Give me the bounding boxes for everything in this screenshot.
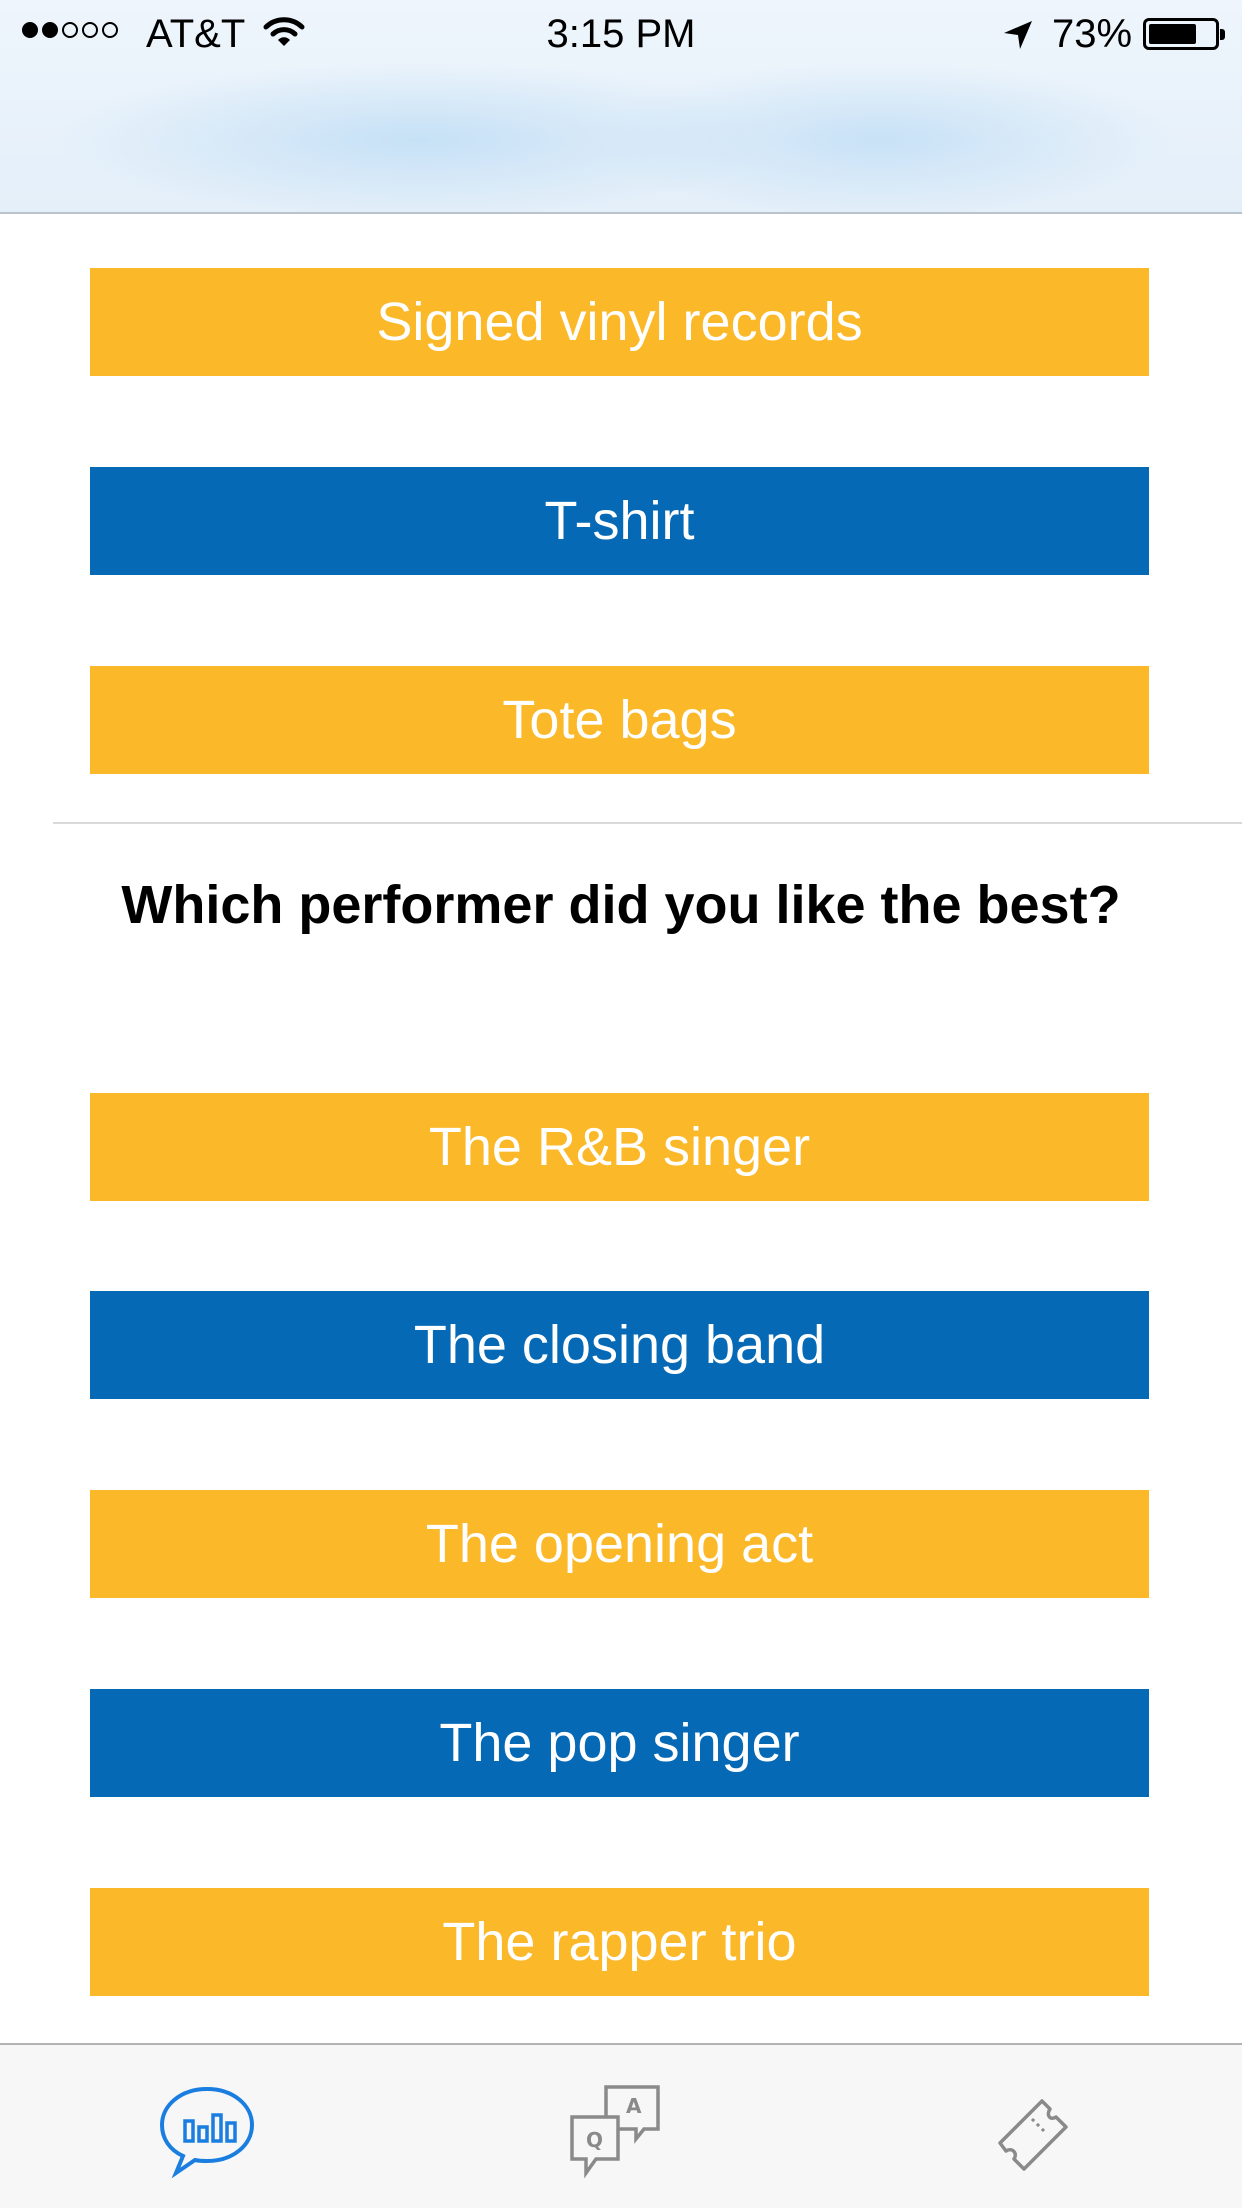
nav-header: AT&T 3:15 PM 73% — [0, 0, 1242, 214]
svg-text:Q: Q — [586, 2128, 603, 2152]
option-button[interactable]: The closing band — [90, 1291, 1149, 1399]
battery-icon — [1143, 18, 1225, 50]
option-button[interactable]: The rapper trio — [90, 1888, 1149, 1996]
option-button[interactable]: T-shirt — [90, 467, 1149, 575]
tab-tickets[interactable] — [980, 2081, 1090, 2181]
poll-chat-icon — [159, 2086, 255, 2179]
option-button[interactable]: Signed vinyl records — [90, 268, 1149, 376]
qa-chat-icon: A Q — [570, 2085, 660, 2179]
tab-questions[interactable]: A Q — [566, 2081, 676, 2181]
tab-polls[interactable] — [152, 2081, 262, 2181]
option-button[interactable]: The pop singer — [90, 1689, 1149, 1797]
question-heading: Which performer did you like the best? — [121, 875, 1121, 935]
option-button[interactable]: The opening act — [90, 1490, 1149, 1598]
section-divider — [53, 822, 1242, 824]
status-bar: AT&T 3:15 PM 73% — [0, 0, 1242, 66]
location-arrow-icon — [1002, 16, 1034, 61]
svg-text:A: A — [626, 2094, 642, 2118]
option-button[interactable]: Tote bags — [90, 666, 1149, 774]
battery-percent: 73% — [1052, 12, 1133, 56]
ticket-icon — [998, 2099, 1068, 2171]
option-button[interactable]: The R&B singer — [90, 1093, 1149, 1201]
tab-bar: A Q — [0, 2043, 1242, 2208]
